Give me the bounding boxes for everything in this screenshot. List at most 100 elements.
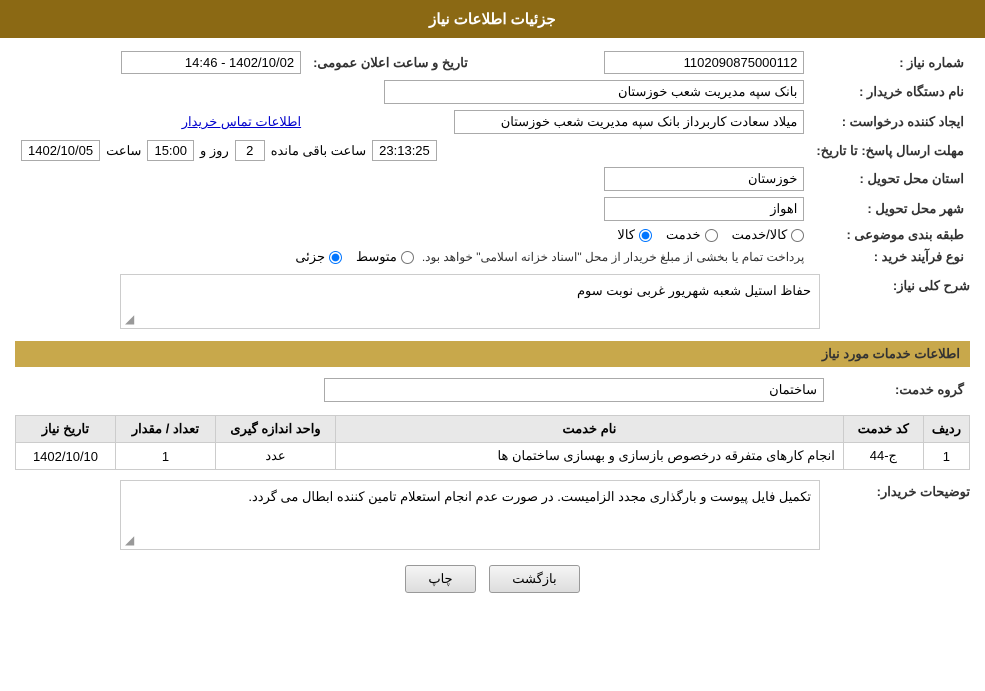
tabagheh-value: کالا/خدمت خدمت کالا	[15, 224, 810, 246]
radio-motavaset-input[interactable]	[401, 251, 414, 264]
main-content: شماره نیاز : 1102090875000112 تاریخ و سا…	[0, 38, 985, 613]
buyer-desc-box-wrapper: تکمیل فایل پیوست و بارگذاری مجدد الزامیس…	[15, 480, 820, 550]
buyer-desc-section: توضیحات خریدار: تکمیل فایل پیوست و بارگذ…	[15, 480, 970, 550]
shomara-announce-row: شماره نیاز : 1102090875000112 تاریخ و سا…	[15, 48, 970, 77]
shomara-niaz-box: 1102090875000112	[604, 51, 804, 74]
cell-vahed: عدد	[216, 443, 336, 470]
kala-label: کالا	[617, 227, 635, 243]
jozi-label: جزئی	[295, 249, 325, 265]
back-button[interactable]: بازگشت	[489, 565, 579, 593]
radio-khedmat: خدمت	[666, 227, 718, 243]
cell-tedad: 1	[116, 443, 216, 470]
sharh-label: شرح کلی نیاز:	[830, 274, 970, 294]
group-label: گروه خدمت:	[830, 375, 970, 405]
name-dastgah-row: نام دستگاه خریدار : بانک سپه مدیریت شعب …	[15, 77, 970, 107]
sharh-box: حفاظ استیل شعبه شهریور غربی نوبت سوم ◢	[120, 274, 820, 329]
print-button[interactable]: چاپ	[405, 565, 475, 593]
shahr-label: شهر محل تحویل :	[810, 194, 970, 224]
announce-value: 1402/10/02 - 14:46	[15, 48, 307, 77]
etelaeat-link-cell: اطلاعات تماس خریدار	[15, 107, 307, 137]
ostan-box: خوزستان	[604, 167, 804, 191]
group-row: گروه خدمت: ساختمان	[15, 375, 970, 405]
radio-kala: کالا	[617, 227, 652, 243]
radio-jozi-input[interactable]	[329, 251, 342, 264]
cell-code: ج-44	[843, 443, 923, 470]
kala-khedmat-label: کالا/خدمت	[732, 227, 788, 243]
buyer-desc-value: تکمیل فایل پیوست و بارگذاری مجدد الزامیس…	[248, 489, 811, 504]
radio-khedmat-input[interactable]	[705, 229, 718, 242]
col-radif: ردیف	[923, 416, 969, 443]
cell-radif: 1	[923, 443, 969, 470]
tabagheh-row: طبقه بندی موضوعی : کالا/خدمت خدمت	[15, 224, 970, 246]
sharh-box-wrapper: حفاظ استیل شعبه شهریور غربی نوبت سوم ◢	[15, 274, 820, 329]
radio-kala-khedmat-input[interactable]	[791, 229, 804, 242]
baqi-label: ساعت باقی مانده	[271, 143, 366, 159]
ostan-label: استان محل تحویل :	[810, 164, 970, 194]
ijad-value: میلاد سعادت کاربرداز بانک سپه مدیریت شعب…	[307, 107, 810, 137]
services-thead: ردیف کد خدمت نام خدمت واحد اندازه گیری ت…	[16, 416, 970, 443]
services-header-row: ردیف کد خدمت نام خدمت واحد اندازه گیری ت…	[16, 416, 970, 443]
roz-value: 2	[235, 140, 265, 161]
mohlat-label: مهلت ارسال پاسخ: تا تاریخ:	[810, 137, 970, 164]
col-name: نام خدمت	[336, 416, 844, 443]
pardakht-text: پرداخت تمام یا بخشی از مبلغ خریدار از مح…	[422, 250, 805, 264]
khadamat-section-title: اطلاعات خدمات مورد نیاز	[15, 341, 970, 367]
mohlat-row: مهلت ارسال پاسخ: تا تاریخ: 23:13:25 ساعت…	[15, 137, 970, 164]
main-form-table: شماره نیاز : 1102090875000112 تاریخ و سا…	[15, 48, 970, 268]
announce-box: 1402/10/02 - 14:46	[121, 51, 301, 74]
page-header: جزئیات اطلاعات نیاز	[0, 0, 985, 38]
mohlat-flex: 23:13:25 ساعت باقی مانده 2 روز و 15:00 س…	[21, 140, 804, 161]
table-row: 1 ج-44 انجام کارهای متفرقه درخصوص بازساز…	[16, 443, 970, 470]
type-kharid-value: پرداخت تمام یا بخشی از مبلغ خریدار از مح…	[15, 246, 810, 268]
group-table: گروه خدمت: ساختمان	[15, 375, 970, 405]
button-group: بازگشت چاپ	[15, 565, 970, 593]
sharh-section: شرح کلی نیاز: حفاظ استیل شعبه شهریور غرب…	[15, 274, 970, 329]
mohlat-value: 23:13:25 ساعت باقی مانده 2 روز و 15:00 س…	[15, 137, 810, 164]
shahr-box: اهواز	[604, 197, 804, 221]
khedmat-label: خدمت	[666, 227, 701, 243]
ostan-value: خوزستان	[15, 164, 810, 194]
tabagheh-label: طبقه بندی موضوعی :	[810, 224, 970, 246]
ijad-row: ایجاد کننده درخواست : میلاد سعادت کاربرد…	[15, 107, 970, 137]
type-kharid-label: نوع فرآیند خرید :	[810, 246, 970, 268]
group-box: ساختمان	[324, 378, 824, 402]
saat-value: 15:00	[147, 140, 194, 161]
name-dastgah-box: بانک سپه مدیریت شعب خوزستان	[384, 80, 804, 104]
etelaeat-link[interactable]: اطلاعات تماس خریدار	[182, 114, 301, 129]
cell-tarikh: 1402/10/10	[16, 443, 116, 470]
baqi-value: 23:13:25	[372, 140, 437, 161]
shahr-value: اهواز	[15, 194, 810, 224]
saat-label: ساعت	[106, 143, 141, 159]
name-dastgah-label: نام دستگاه خریدار :	[810, 77, 970, 107]
radio-jozi: جزئی	[295, 249, 342, 265]
col-tedad: تعداد / مقدار	[116, 416, 216, 443]
motavaset-label: متوسط	[356, 249, 397, 265]
radio-motavaset: متوسط	[356, 249, 414, 265]
services-table: ردیف کد خدمت نام خدمت واحد اندازه گیری ت…	[15, 415, 970, 470]
page-wrapper: جزئیات اطلاعات نیاز شماره نیاز : 1102090…	[0, 0, 985, 691]
radio-kala-input[interactable]	[639, 229, 652, 242]
type-radio-group: متوسط جزئی	[295, 249, 414, 265]
ijad-label: ایجاد کننده درخواست :	[810, 107, 970, 137]
col-vahed: واحد اندازه گیری	[216, 416, 336, 443]
sharh-value: حفاظ استیل شعبه شهریور غربی نوبت سوم	[577, 283, 811, 298]
resize-handle-icon: ◢	[125, 312, 134, 326]
shomara-niaz-value: 1102090875000112	[488, 48, 811, 77]
desc-resize-handle-icon: ◢	[125, 533, 134, 547]
buyer-desc-label: توضیحات خریدار:	[830, 480, 970, 500]
radio-kala-khedmat: کالا/خدمت	[732, 227, 805, 243]
col-tarikh: تاریخ نیاز	[16, 416, 116, 443]
services-tbody: 1 ج-44 انجام کارهای متفرقه درخصوص بازساز…	[16, 443, 970, 470]
group-value: ساختمان	[15, 375, 830, 405]
type-kharid-flex: پرداخت تمام یا بخشی از مبلغ خریدار از مح…	[21, 249, 804, 265]
page-title: جزئیات اطلاعات نیاز	[429, 11, 556, 28]
ijad-box: میلاد سعادت کاربرداز بانک سپه مدیریت شعب…	[454, 110, 804, 134]
tabagheh-radio-group: کالا/خدمت خدمت کالا	[21, 227, 804, 243]
type-kharid-row: نوع فرآیند خرید : پرداخت تمام یا بخشی از…	[15, 246, 970, 268]
roz-label: روز و	[200, 143, 229, 159]
shahr-row: شهر محل تحویل : اهواز	[15, 194, 970, 224]
ostan-row: استان محل تحویل : خوزستان	[15, 164, 970, 194]
shomara-niaz-label: شماره نیاز :	[810, 48, 970, 77]
cell-name: انجام کارهای متفرقه درخصوص بازسازی و بهس…	[336, 443, 844, 470]
col-code: کد خدمت	[843, 416, 923, 443]
